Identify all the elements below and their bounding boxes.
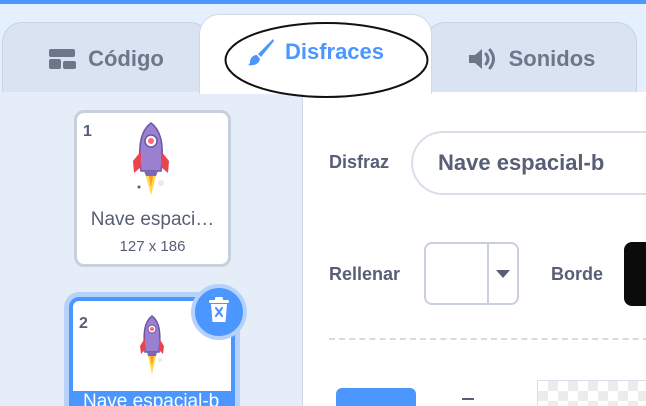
delete-costume-button[interactable] xyxy=(191,284,247,340)
rocket-thumbnail xyxy=(128,121,174,202)
tab-costumes[interactable]: Disfraces xyxy=(199,14,432,94)
costume-name-input[interactable] xyxy=(411,131,646,195)
fill-color-picker[interactable] xyxy=(424,242,519,305)
tab-code-label: Código xyxy=(88,45,164,71)
bitmap-mode-button[interactable] xyxy=(336,388,416,406)
tab-code[interactable]: Código xyxy=(2,22,210,94)
fill-label: Rellenar xyxy=(329,264,401,284)
rocket-thumbnail xyxy=(136,314,168,381)
tab-sounds[interactable]: Sonidos xyxy=(425,22,637,94)
speaker-icon xyxy=(467,46,499,72)
costume-size: 127 x 186 xyxy=(119,238,186,255)
costume-name: Nave espacial-b xyxy=(73,391,231,406)
outline-color-picker[interactable] xyxy=(624,242,646,306)
tab-costumes-label: Disfraces xyxy=(284,38,385,64)
divider xyxy=(329,338,646,340)
chevron-down-icon xyxy=(489,244,517,303)
paintbrush-icon xyxy=(247,37,275,67)
tab-sounds-label: Sonidos xyxy=(508,45,596,71)
outline-label: Borde xyxy=(551,264,604,284)
fill-color-swatch xyxy=(426,244,489,303)
costume-card-1[interactable]: 1 Nave espaci… 127 x 186 xyxy=(74,110,231,267)
trash-icon xyxy=(208,296,230,328)
top-accent-strip xyxy=(0,0,646,4)
tool-separator xyxy=(462,398,474,400)
costume-number: 1 xyxy=(83,123,92,140)
paint-canvas[interactable] xyxy=(537,380,646,406)
code-blocks-icon xyxy=(48,47,78,71)
costume-number: 2 xyxy=(79,315,88,332)
costume-label: Disfraz xyxy=(329,152,390,172)
costume-name: Nave espaci… xyxy=(90,209,215,230)
